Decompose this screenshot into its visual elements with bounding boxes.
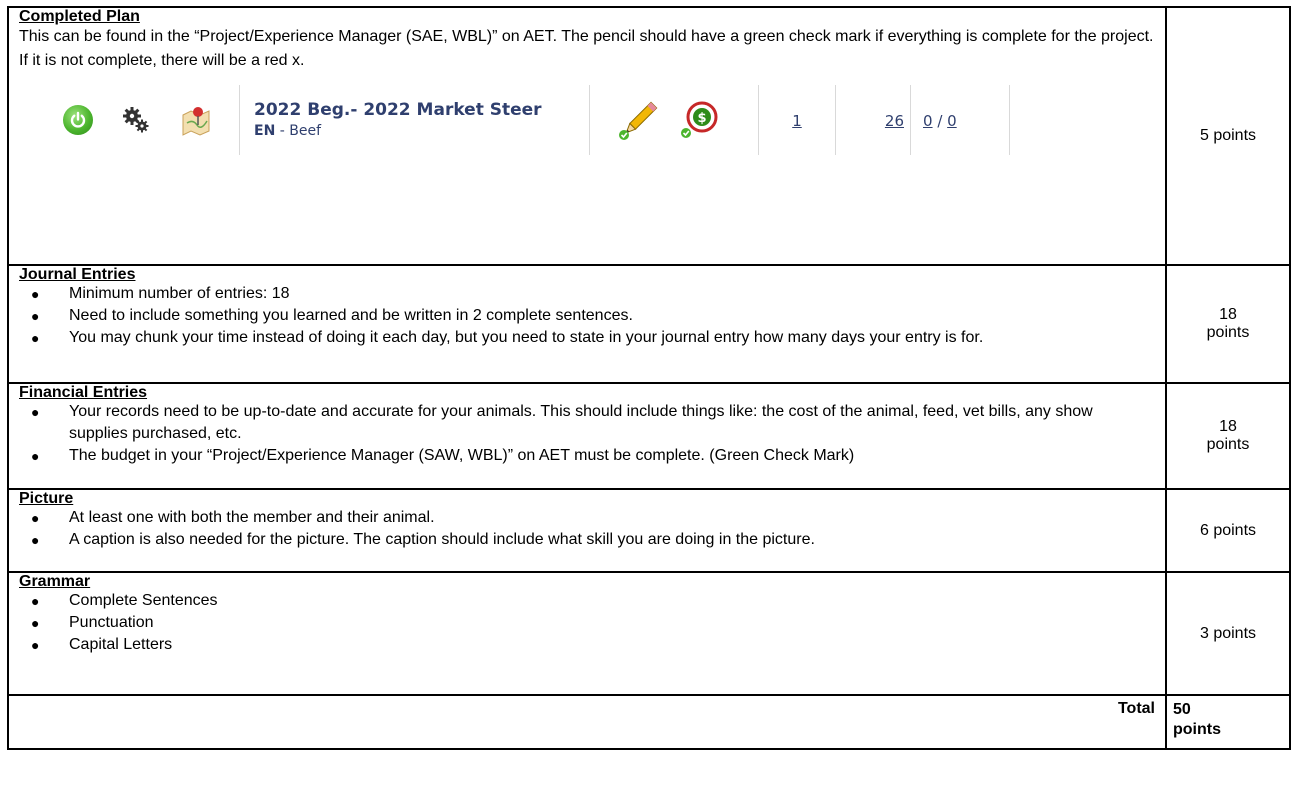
money-check-icon[interactable]: $ <box>676 97 722 143</box>
grammar-list: ● Complete Sentences ● Punctuation ● Capita… <box>19 590 1155 656</box>
list-item: ● Complete Sentences <box>31 592 218 609</box>
project-title[interactable]: 2022 Beg.- 2022 Market Steer <box>254 99 589 121</box>
picture-list: ● At least one with both the member and t… <box>19 507 1155 551</box>
list-item: ● Your records need to be up-to-date and … <box>31 403 1093 442</box>
rubric-row-total: Total 50 points <box>7 694 1291 750</box>
grammar-points: 3 points <box>1165 571 1291 696</box>
divider <box>589 85 590 155</box>
rubric-row-picture: Picture ● At least one with both the memb… <box>7 488 1291 573</box>
total-points: 50 points <box>1165 694 1291 750</box>
completed-plan-points: 5 points <box>1165 6 1291 266</box>
rubric-row-completed-plan: Completed Plan This can be found in the … <box>7 6 1291 266</box>
list-item: ● Capital Letters <box>31 636 173 653</box>
picture-description: Picture ● At least one with both the memb… <box>7 488 1167 573</box>
count-link-1[interactable]: 1 <box>792 112 802 130</box>
list-item: ● Minimum number of entries: 18 <box>31 285 290 302</box>
count-link-3a[interactable]: 0 <box>923 112 933 130</box>
divider <box>239 85 240 155</box>
completed-plan-text: This can be found in the “Project/Experi… <box>19 28 1154 69</box>
project-info[interactable]: 2022 Beg.- 2022 Market Steer EN - Beef <box>254 99 589 141</box>
project-category: EN - Beef <box>254 123 321 139</box>
list-item: ● Punctuation <box>31 614 154 631</box>
svg-text:$: $ <box>697 111 706 126</box>
list-item: ● The budget in your “Project/Experience … <box>31 447 855 464</box>
count-link-2[interactable]: 26 <box>885 112 904 130</box>
count-separator: / <box>932 111 948 130</box>
journal-entries-description: Journal Entries ● Minimum number of entri… <box>7 264 1167 384</box>
journal-entries-list: ● Minimum number of entries: 18 ● Need to … <box>19 283 1155 349</box>
power-icon[interactable] <box>59 101 97 139</box>
journal-entries-points: 18 points <box>1165 264 1291 384</box>
list-item: ● A caption is also needed for the pictur… <box>31 531 815 548</box>
rubric-row-financial-entries: Financial Entries ● Your records need to … <box>7 382 1291 490</box>
list-item: ● You may chunk your time instead of doin… <box>31 329 984 346</box>
gears-icon[interactable] <box>117 101 155 139</box>
picture-points: 6 points <box>1165 488 1291 573</box>
divider <box>1009 85 1010 155</box>
financial-entries-list: ● Your records need to be up-to-date and … <box>19 401 1155 467</box>
list-item: ● Need to include something you learned a… <box>31 307 633 324</box>
grammar-description: Grammar ● Complete Sentences ● Punctuation… <box>7 571 1167 696</box>
financial-entries-description: Financial Entries ● Your records need to … <box>7 382 1167 490</box>
financial-entries-heading: Financial Entries <box>19 384 148 401</box>
total-label: Total <box>7 694 1167 750</box>
pencil-check-icon[interactable] <box>616 97 662 143</box>
aet-project-row: 2022 Beg.- 2022 Market Steer EN - Beef $… <box>29 77 1155 163</box>
list-item: ● At least one with both the member and t… <box>31 509 435 526</box>
count-link-3b[interactable]: 0 <box>947 112 957 130</box>
completed-plan-description: Completed Plan This can be found in the … <box>7 6 1167 266</box>
picture-heading: Picture <box>19 490 74 507</box>
financial-entries-points: 18 points <box>1165 382 1291 490</box>
rubric-table: Completed Plan This can be found in the … <box>7 6 1291 750</box>
journal-entries-heading: Journal Entries <box>19 266 136 283</box>
grammar-heading: Grammar <box>19 573 91 590</box>
map-pin-icon[interactable] <box>177 101 215 139</box>
rubric-row-grammar: Grammar ● Complete Sentences ● Punctuation… <box>7 571 1291 696</box>
rubric-row-journal-entries: Journal Entries ● Minimum number of entri… <box>7 264 1291 384</box>
completed-plan-heading: Completed Plan <box>19 8 140 25</box>
